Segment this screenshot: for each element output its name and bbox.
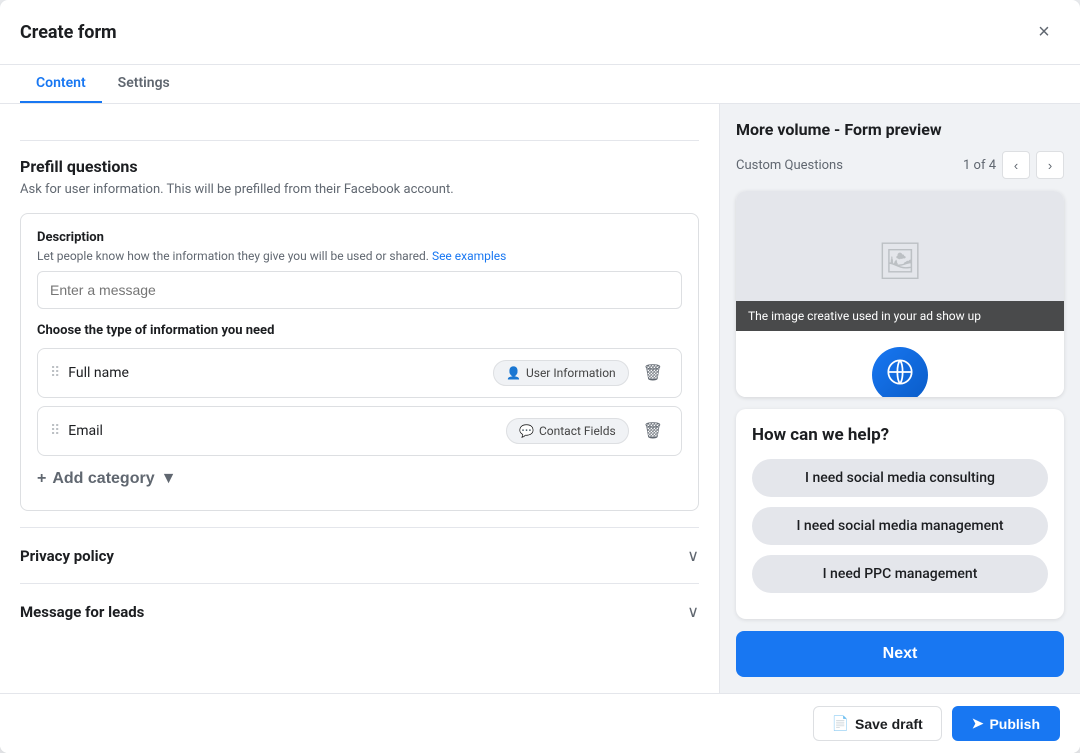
modal-title: Create form <box>20 22 117 43</box>
privacy-policy-section: Privacy policy ∨ <box>20 527 699 583</box>
message-for-leads-chevron: ∨ <box>687 602 699 621</box>
preview-header: More volume - Form preview <box>736 120 1064 139</box>
delete-email-button[interactable]: 🗑 <box>637 417 669 445</box>
user-icon: 👤 <box>506 366 521 380</box>
nav-controls: 1 of 4 ‹ › <box>963 151 1064 179</box>
nav-prev-button[interactable]: ‹ <box>1002 151 1030 179</box>
custom-questions-label: Custom Questions <box>736 158 843 173</box>
description-card: Description Let people know how the info… <box>20 213 699 511</box>
message-for-leads-header[interactable]: Message for leads ∨ <box>20 602 699 621</box>
next-button[interactable]: Next <box>736 631 1064 677</box>
preview-image-card: 🖼 The image creative used in your ad sho… <box>736 191 1064 397</box>
badge-user-information: 👤 User Information <box>493 360 629 386</box>
question-option-2[interactable]: I need PPC management <box>752 555 1048 593</box>
field-row-fullname: ⠿ Full name 👤 User Information 🗑 <box>37 348 682 398</box>
modal-footer: 📄 Save draft ➤ Publish <box>0 693 1080 753</box>
right-panel: More volume - Form preview Custom Questi… <box>720 104 1080 693</box>
left-panel: Prefill questions Ask for user informati… <box>0 104 720 693</box>
globe-icon <box>886 358 914 392</box>
modal-body: Prefill questions Ask for user informati… <box>0 104 1080 693</box>
choose-label: Choose the type of information you need <box>37 323 682 338</box>
tab-bar: Content Settings <box>0 65 1080 104</box>
preview-title: More volume - Form preview <box>736 120 942 139</box>
delete-fullname-button[interactable]: 🗑 <box>637 359 669 387</box>
nav-next-button[interactable]: › <box>1036 151 1064 179</box>
preview-image-area: 🖼 The image creative used in your ad sho… <box>736 191 1064 331</box>
field-row-email: ⠿ Email 💬 Contact Fields 🗑 <box>37 406 682 456</box>
create-form-modal: Create form × Content Settings Prefill q… <box>0 0 1080 753</box>
field-name-email: Email <box>68 423 498 439</box>
message-for-leads-section: Message for leads ∨ <box>20 583 699 639</box>
file-icon: 📄 <box>832 715 849 732</box>
description-hint: Let people know how the information they… <box>37 249 682 263</box>
field-name-fullname: Full name <box>68 365 485 381</box>
badge-contact-fields: 💬 Contact Fields <box>506 418 629 444</box>
drag-handle-email[interactable]: ⠿ <box>50 423 60 439</box>
tab-content[interactable]: Content <box>20 65 102 103</box>
add-category-button[interactable]: + Add category ▼ <box>37 464 176 494</box>
see-examples-link[interactable]: See examples <box>432 249 506 263</box>
question-option-0[interactable]: I need social media consulting <box>752 459 1048 497</box>
nav-counter: 1 of 4 <box>963 158 996 173</box>
preview-brand: Sonnenberg Media <box>736 331 1064 397</box>
questions-title: How can we help? <box>752 425 1048 445</box>
prefill-title: Prefill questions <box>20 157 699 176</box>
privacy-policy-chevron: ∨ <box>687 546 699 565</box>
privacy-policy-title: Privacy policy <box>20 547 114 565</box>
brand-logo <box>872 347 928 397</box>
save-draft-button[interactable]: 📄 Save draft <box>813 706 942 741</box>
privacy-policy-header[interactable]: Privacy policy ∨ <box>20 546 699 565</box>
tab-settings[interactable]: Settings <box>102 65 186 103</box>
description-label: Description <box>37 230 682 245</box>
message-for-leads-title: Message for leads <box>20 603 144 621</box>
image-overlay: The image creative used in your ad show … <box>736 301 1064 331</box>
preview-nav: Custom Questions 1 of 4 ‹ › <box>736 151 1064 179</box>
publish-button[interactable]: ➤ Publish <box>952 706 1060 741</box>
send-icon: ➤ <box>972 715 984 732</box>
close-button[interactable]: × <box>1028 16 1060 48</box>
description-input[interactable] <box>37 271 682 309</box>
prefill-subtitle: Ask for user information. This will be p… <box>20 182 699 197</box>
image-placeholder-icon: 🖼 <box>877 240 923 282</box>
preview-questions-card: How can we help? I need social media con… <box>736 409 1064 619</box>
drag-handle-fullname[interactable]: ⠿ <box>50 365 60 381</box>
modal-header: Create form × <box>0 0 1080 65</box>
chat-icon: 💬 <box>519 424 534 438</box>
question-option-1[interactable]: I need social media management <box>752 507 1048 545</box>
